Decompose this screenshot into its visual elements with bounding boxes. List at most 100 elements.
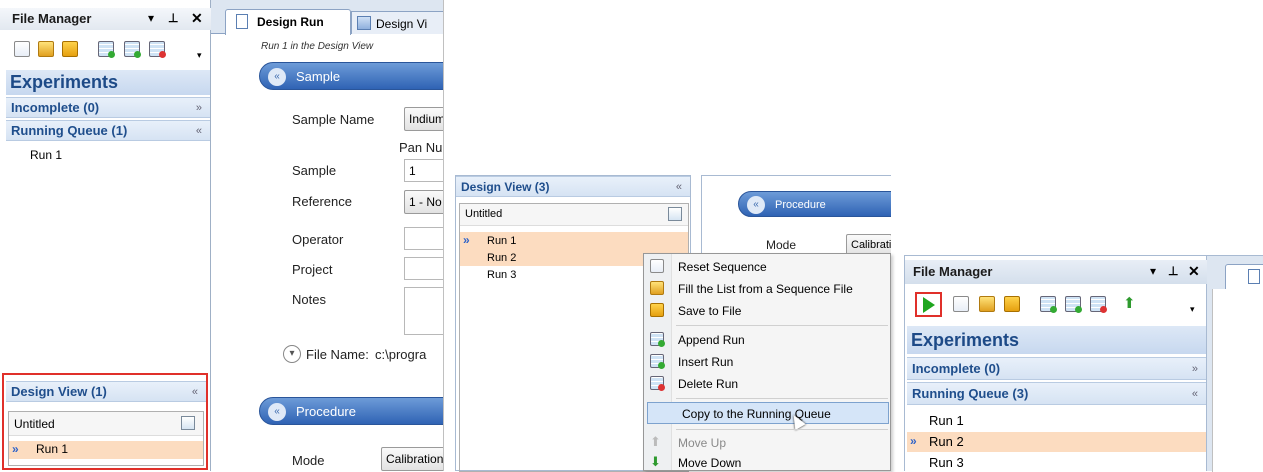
sequence-status-icon[interactable] (668, 207, 682, 221)
new-icon[interactable] (953, 296, 969, 312)
queue-item[interactable]: » Run 2 (907, 432, 1206, 452)
new-icon[interactable] (14, 41, 30, 57)
pin-icon[interactable]: ⊥ (1168, 264, 1178, 278)
save-icon[interactable] (1004, 296, 1020, 312)
section-title: Procedure (296, 404, 356, 419)
save-icon (650, 303, 664, 317)
append-run-icon[interactable] (98, 41, 115, 58)
document-icon (236, 14, 248, 29)
file-manager-panel-left: File Manager ▾ ⊥ ✕ ▾ Experiments Incompl… (0, 0, 211, 471)
experiments-header: Experiments (6, 70, 210, 95)
menu-item-move-down[interactable]: ⬇ Move Down (644, 452, 890, 471)
menu-separator (676, 429, 888, 430)
toolbar: ⬆ ▾ (905, 289, 1207, 319)
pin-icon[interactable]: ⊥ (168, 11, 178, 25)
section-title: Procedure (775, 199, 826, 211)
open-folder-icon[interactable] (979, 296, 995, 312)
append-run-icon[interactable] (1040, 296, 1057, 313)
tab-label: Design Run (257, 15, 324, 29)
run-label: Run 3 (487, 269, 517, 281)
overflow-icon[interactable]: ▾ (197, 50, 202, 61)
incomplete-section[interactable]: Incomplete (0) » (907, 357, 1206, 380)
file-manager-panel-right: File Manager ▾ ⊥ ✕ ⬆ ▾ Experiments Incom… (904, 255, 1207, 471)
operator-label: Operator (292, 232, 344, 247)
panel-title: File Manager (913, 264, 993, 279)
project-field[interactable] (404, 257, 443, 280)
running-queue-section[interactable]: Running Queue (3) « (907, 382, 1206, 405)
tab-design-view[interactable]: Design Vi (351, 11, 443, 34)
insert-run-icon[interactable] (124, 41, 141, 58)
open-folder-icon[interactable] (38, 41, 54, 57)
sequence-status-icon[interactable] (181, 416, 195, 430)
menu-label: Delete Run (678, 377, 739, 391)
tab-design-run[interactable]: Design Run (225, 9, 351, 35)
expand-icon[interactable]: » (1192, 358, 1198, 380)
file-name-label: File Name: (306, 347, 369, 362)
notes-field[interactable] (404, 287, 443, 335)
incomplete-label: Incomplete (0) (11, 100, 100, 115)
sample-name-field[interactable]: Indium (404, 107, 443, 131)
collapse-icon[interactable]: « (196, 121, 202, 141)
menu-item-move-up: ⬆ Move Up (644, 432, 890, 454)
collapse-icon[interactable]: « (192, 382, 198, 402)
expand-file-icon[interactable]: ▾ (283, 345, 301, 363)
tab-label: Design Vi (376, 17, 428, 31)
overflow-icon[interactable]: ▾ (1190, 304, 1195, 315)
list-title: Untitled (465, 208, 503, 220)
play-icon[interactable] (923, 297, 935, 313)
menu-item-delete-run[interactable]: Delete Run (644, 373, 890, 395)
menu-item-fill-list[interactable]: Fill the List from a Sequence File (644, 278, 890, 300)
insert-run-icon[interactable] (1065, 296, 1082, 313)
menu-item-copy-to-running-queue[interactable]: Copy to the Running Queue (647, 402, 889, 424)
close-icon[interactable]: ✕ (191, 10, 203, 27)
menu-item-append-run[interactable]: Append Run (644, 329, 890, 351)
design-run-area: Design Run Design Vi Run 1 in the Design… (211, 0, 444, 471)
list-item[interactable]: » Run 1 (460, 232, 688, 249)
queue-item[interactable]: Run 3 (929, 455, 964, 470)
dropdown-icon[interactable]: ▾ (148, 11, 154, 25)
menu-label: Copy to the Running Queue (682, 407, 831, 421)
menu-item-insert-run[interactable]: Insert Run (644, 351, 890, 373)
close-icon[interactable]: ✕ (1188, 263, 1200, 280)
queue-item[interactable]: Run 1 (30, 148, 62, 162)
up-arrow-icon[interactable]: ⬆ (1123, 294, 1136, 312)
sample-field[interactable]: 1 (404, 159, 443, 182)
project-label: Project (292, 262, 333, 277)
incomplete-section[interactable]: Incomplete (0) » (6, 97, 210, 118)
design-view-section[interactable]: Design View (3) « (456, 176, 690, 197)
save-icon[interactable] (62, 41, 78, 57)
collapse-icon[interactable]: « (268, 68, 286, 86)
menu-label: Move Down (678, 456, 742, 470)
tab-design-run[interactable] (1225, 264, 1263, 289)
expand-icon[interactable]: » (196, 98, 202, 118)
delete-run-icon[interactable] (1090, 296, 1107, 313)
notes-label: Notes (292, 292, 326, 307)
collapse-icon[interactable]: « (676, 177, 682, 197)
sample-section-header[interactable]: « Sample (259, 62, 443, 90)
context-menu: Reset Sequence Fill the List from a Sequ… (643, 253, 891, 471)
collapse-icon[interactable]: « (1192, 383, 1198, 405)
run-label: Run 1 (36, 442, 69, 456)
procedure-section-header[interactable]: « Procedure (259, 397, 443, 425)
reference-field[interactable]: 1 - No (404, 190, 443, 214)
design-view-section[interactable]: Design View (1) « (6, 381, 206, 402)
collapse-icon[interactable]: « (268, 403, 286, 421)
collapse-icon[interactable]: « (747, 196, 765, 214)
mode-field[interactable]: Calibration (381, 447, 443, 471)
design-view-icon (357, 16, 371, 30)
menu-item-reset-sequence[interactable]: Reset Sequence (644, 256, 890, 278)
delete-run-icon[interactable] (149, 41, 166, 58)
panel-title: File Manager (12, 11, 92, 26)
list-item[interactable]: » Run 1 (9, 441, 203, 459)
menu-label: Append Run (678, 333, 745, 347)
menu-item-save-to-file[interactable]: Save to File (644, 300, 890, 322)
delete-run-icon (650, 376, 665, 391)
procedure-section-header[interactable]: « Procedure (738, 191, 891, 217)
menu-label: Insert Run (678, 355, 734, 369)
new-icon (650, 259, 664, 273)
dropdown-icon[interactable]: ▾ (1150, 264, 1156, 278)
queue-item[interactable]: Run 1 (929, 413, 964, 428)
list-header: Untitled (460, 204, 688, 226)
operator-field[interactable] (404, 227, 443, 250)
running-queue-section[interactable]: Running Queue (1) « (6, 120, 210, 141)
